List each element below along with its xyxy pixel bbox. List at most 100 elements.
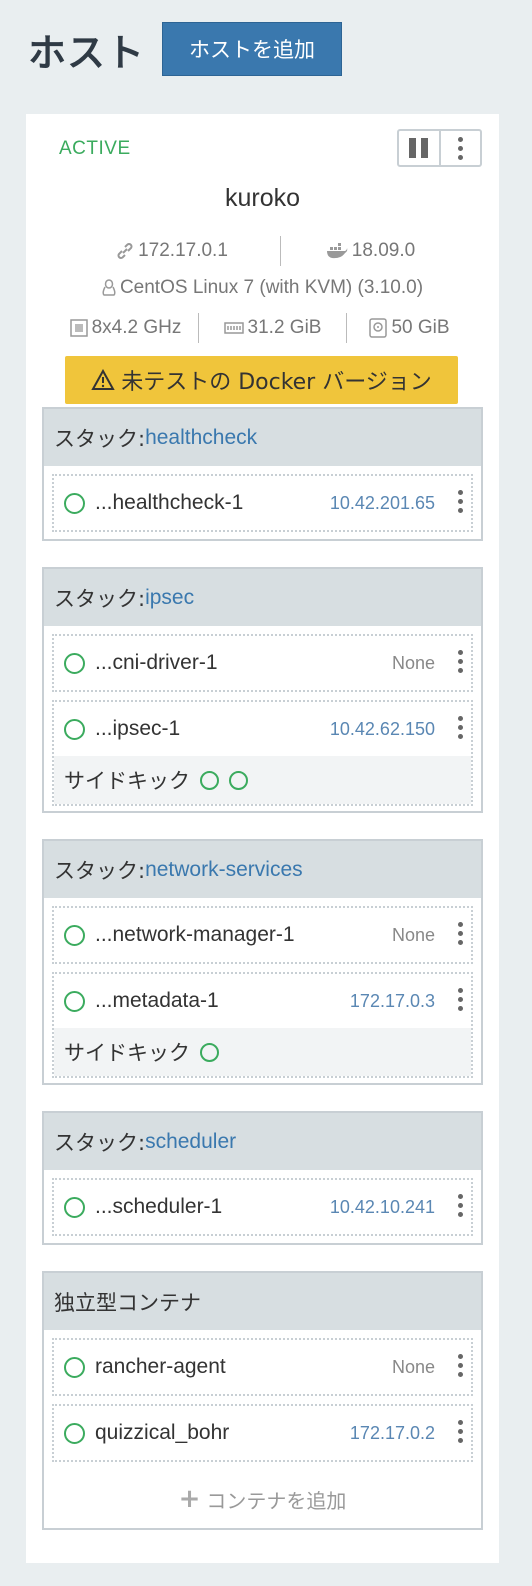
sidekick-row: サイドキック bbox=[54, 1028, 471, 1076]
container-ip: 172.17.0.2 bbox=[349, 1422, 435, 1443]
container: ...metadata-1 172.17.0.3 サイドキック bbox=[52, 972, 473, 1078]
stack-ipsec: スタック: ipsec ...cni-driver-1 None ...ipse… bbox=[42, 567, 483, 813]
storage-text: 50 GiB bbox=[391, 317, 450, 338]
page-header: ホスト bbox=[28, 22, 145, 76]
container-ip: None bbox=[391, 1356, 435, 1377]
container-menu-icon[interactable] bbox=[458, 1420, 463, 1443]
cpu-icon bbox=[69, 319, 88, 337]
stack-header: スタック: healthcheck bbox=[44, 409, 481, 466]
running-state-icon bbox=[64, 718, 85, 740]
running-state-icon bbox=[64, 1422, 85, 1444]
host-menu-button[interactable] bbox=[441, 131, 481, 165]
stack-healthcheck: スタック: healthcheck ...healthcheck-1 10.42… bbox=[42, 407, 483, 541]
cpu-text: 8x4.2 GHz bbox=[91, 317, 182, 338]
docker-version-warning: 未テストの Docker バージョン bbox=[65, 356, 458, 404]
host-storage: 50 GiB bbox=[347, 317, 472, 339]
stack-header: スタック: scheduler bbox=[44, 1113, 481, 1170]
host-os-row: CentOS Linux 7 (with KVM) (3.10.0) bbox=[26, 277, 499, 299]
container-ip: 10.42.62.150 bbox=[329, 718, 435, 739]
container-menu-icon[interactable] bbox=[458, 1354, 463, 1377]
stack-link[interactable]: ipsec bbox=[145, 586, 194, 610]
container-ip: 10.42.201.65 bbox=[329, 492, 435, 513]
container-menu-icon[interactable] bbox=[458, 650, 463, 673]
stack-link[interactable]: network-services bbox=[145, 858, 303, 882]
link-icon bbox=[117, 243, 133, 259]
stack-link[interactable]: healthcheck bbox=[145, 426, 257, 450]
stack-label: スタック: bbox=[54, 1130, 146, 1155]
container: ...scheduler-1 10.42.10.241 bbox=[52, 1178, 473, 1236]
sidekick-state-icon[interactable] bbox=[200, 770, 219, 790]
host-network-row: 172.17.0.1 18.09.0 bbox=[26, 236, 499, 266]
container-name[interactable]: rancher-agent bbox=[95, 1355, 392, 1379]
stack-header: スタック: network-services bbox=[44, 841, 481, 898]
page-title: ホスト bbox=[28, 30, 146, 75]
container-ip: None bbox=[391, 652, 435, 673]
stack-network-services: スタック: network-services ...network-manage… bbox=[42, 839, 483, 1085]
sidekick-state-icon[interactable] bbox=[229, 770, 248, 790]
host-resources-row: 8x4.2 GHz 31.2 GiB 50 GiB bbox=[26, 313, 499, 343]
host-state-label: ACTIVE bbox=[59, 138, 131, 159]
container-name[interactable]: ...ipsec-1 bbox=[95, 717, 330, 741]
sidekick-state-icon[interactable] bbox=[200, 1042, 219, 1062]
stack-header: 独立型コンテナ bbox=[44, 1273, 481, 1330]
standalone-title: 独立型コンテナ bbox=[54, 1290, 201, 1315]
container-name[interactable]: ...metadata-1 bbox=[95, 989, 350, 1013]
stack-link[interactable]: scheduler bbox=[145, 1130, 236, 1154]
host-actions bbox=[397, 129, 482, 167]
container: ...network-manager-1 None bbox=[52, 906, 473, 964]
host-cpu: 8x4.2 GHz bbox=[53, 317, 198, 339]
container-name[interactable]: ...healthcheck-1 bbox=[95, 491, 330, 515]
running-state-icon bbox=[64, 924, 85, 946]
sidekick-label: サイドキック bbox=[64, 769, 190, 793]
host-card: ACTIVE kuroko 172.17.0.1 18.09.0 CentOS … bbox=[26, 114, 499, 1563]
kebab-icon bbox=[457, 136, 463, 160]
container-menu-icon[interactable] bbox=[458, 1194, 463, 1217]
sidekick-row: サイドキック bbox=[54, 756, 471, 804]
stack-label: スタック: bbox=[54, 586, 146, 611]
container: ...cni-driver-1 None bbox=[52, 634, 473, 692]
container-name[interactable]: quizzical_bohr bbox=[95, 1421, 350, 1445]
container-ip: None bbox=[391, 924, 435, 945]
stack-header: スタック: ipsec bbox=[44, 569, 481, 626]
sidekick-label: サイドキック bbox=[64, 1041, 190, 1065]
container-name[interactable]: ...cni-driver-1 bbox=[95, 651, 392, 675]
standalone-containers: 独立型コンテナ rancher-agent None quizzical_boh… bbox=[42, 1271, 483, 1530]
container-name[interactable]: ...scheduler-1 bbox=[95, 1195, 330, 1219]
add-container-button[interactable]: + コンテナを追加 bbox=[52, 1470, 473, 1528]
host-os: CentOS Linux 7 (with KVM) (3.10.0) bbox=[102, 277, 423, 299]
stack-label: スタック: bbox=[54, 426, 146, 451]
host-os-text: CentOS Linux 7 (with KVM) (3.10.0) bbox=[119, 277, 424, 298]
container: quizzical_bohr 172.17.0.2 bbox=[52, 1404, 473, 1462]
running-state-icon bbox=[64, 1196, 85, 1218]
pause-icon bbox=[408, 138, 429, 158]
pause-button[interactable] bbox=[399, 131, 441, 165]
container-menu-icon[interactable] bbox=[458, 490, 463, 513]
stack-label: スタック: bbox=[54, 858, 146, 883]
memory-icon bbox=[223, 322, 244, 334]
container-ip: 172.17.0.3 bbox=[349, 990, 435, 1011]
add-container-label: コンテナを追加 bbox=[206, 1488, 347, 1513]
container-menu-icon[interactable] bbox=[458, 988, 463, 1011]
running-state-icon bbox=[64, 492, 85, 514]
host-ip-text: 172.17.0.1 bbox=[138, 240, 228, 261]
container: ...ipsec-1 10.42.62.150 サイドキック bbox=[52, 700, 473, 806]
memory-text: 31.2 GiB bbox=[247, 317, 322, 338]
host-memory: 31.2 GiB bbox=[199, 317, 346, 339]
warning-text: 未テストの Docker バージョン bbox=[121, 370, 432, 395]
host-docker-version: 18.09.0 bbox=[281, 240, 461, 262]
container-name[interactable]: ...network-manager-1 bbox=[95, 923, 392, 947]
add-host-button[interactable]: ホストを追加 bbox=[162, 22, 342, 76]
host-name[interactable]: kuroko bbox=[26, 184, 499, 213]
stack-scheduler: スタック: scheduler ...scheduler-1 10.42.10.… bbox=[42, 1111, 483, 1245]
linux-icon bbox=[102, 279, 116, 296]
container: rancher-agent None bbox=[52, 1338, 473, 1396]
warning-icon bbox=[91, 369, 115, 390]
host-ip: 172.17.0.1 bbox=[65, 240, 280, 262]
running-state-icon bbox=[64, 652, 85, 674]
disk-icon bbox=[369, 318, 388, 338]
docker-icon bbox=[326, 243, 348, 259]
running-state-icon bbox=[64, 1356, 85, 1378]
container: ...healthcheck-1 10.42.201.65 bbox=[52, 474, 473, 532]
container-menu-icon[interactable] bbox=[458, 716, 463, 739]
container-menu-icon[interactable] bbox=[458, 922, 463, 945]
